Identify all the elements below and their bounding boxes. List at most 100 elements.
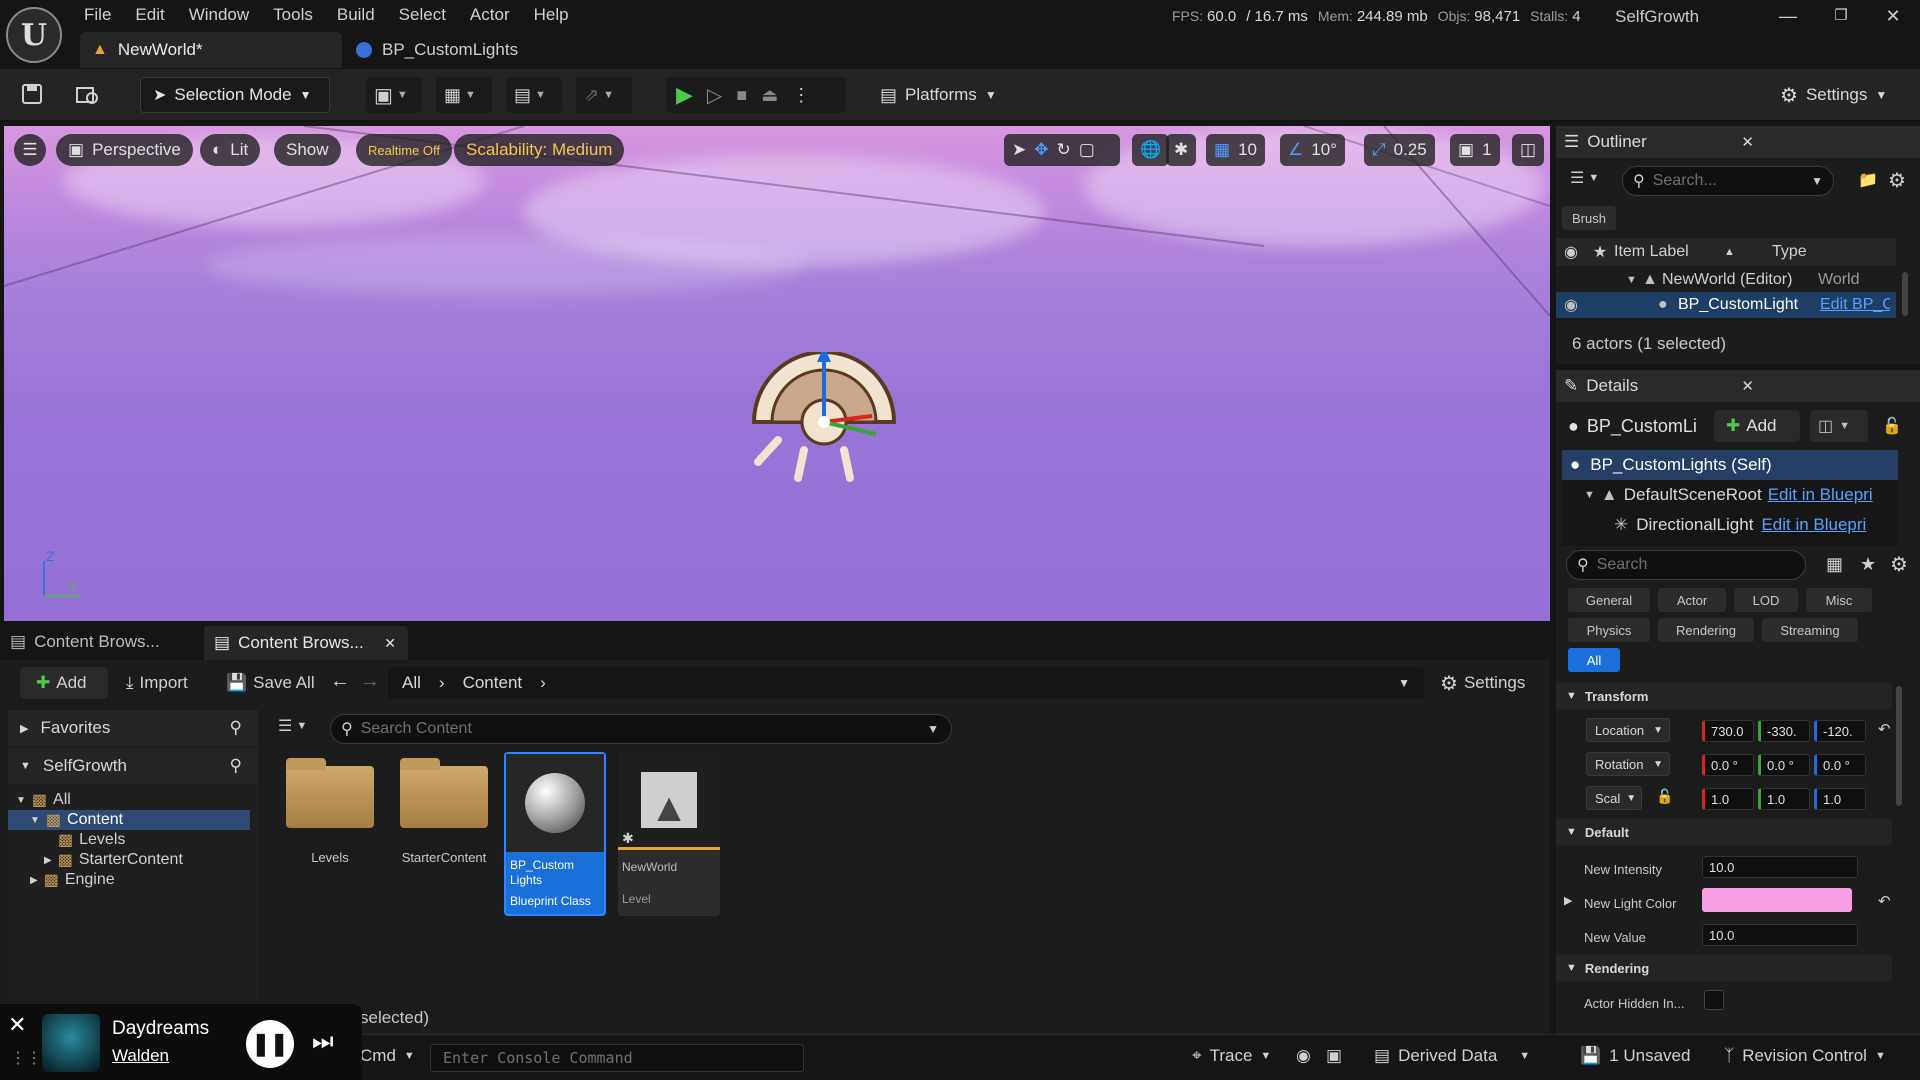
- outliner-search-input[interactable]: ⚲ Search... ▼: [1622, 166, 1834, 196]
- edit-in-blueprint-link[interactable]: Edit in Bluepri: [1761, 515, 1866, 535]
- project-header[interactable]: ▼ SelfGrowth ⚲: [8, 748, 258, 784]
- browse-icon[interactable]: [74, 82, 100, 106]
- play-icon[interactable]: ▶: [676, 82, 693, 108]
- chevron-right-icon[interactable]: ›: [540, 673, 546, 693]
- filter-rendering[interactable]: Rendering: [1658, 618, 1754, 642]
- gear-icon[interactable]: ⚙: [1888, 168, 1906, 193]
- outliner-row-selected[interactable]: ◉ ● BP_CustomLight Edit BP_C: [1556, 292, 1896, 318]
- item-label-column[interactable]: Item Label: [1614, 243, 1724, 261]
- show-button[interactable]: Show: [274, 134, 341, 166]
- tree-item[interactable]: ▩ Levels: [8, 830, 258, 850]
- menu-edit[interactable]: Edit: [123, 1, 176, 29]
- tab-blueprint[interactable]: BP_CustomLights: [352, 32, 518, 68]
- rotation-x-field[interactable]: 0.0 °: [1702, 754, 1754, 776]
- new-value-field[interactable]: 10.0: [1702, 924, 1858, 946]
- search-icon[interactable]: ⚲: [230, 718, 242, 738]
- more-options-icon[interactable]: ⋮: [792, 85, 810, 106]
- location-y-field[interactable]: -330.: [1758, 720, 1810, 742]
- import-button[interactable]: ⤓ Import: [126, 667, 188, 699]
- scale-lock-icon[interactable]: 🔓: [1656, 788, 1673, 805]
- star-icon[interactable]: ★: [1860, 554, 1876, 575]
- scale-x-field[interactable]: 1.0: [1702, 788, 1754, 810]
- grid-snap-control[interactable]: ▦ 10: [1206, 134, 1265, 166]
- filter-misc[interactable]: Misc: [1806, 588, 1872, 612]
- reset-icon[interactable]: ↶: [1878, 720, 1891, 738]
- perspective-button[interactable]: ▣ Perspective: [56, 134, 193, 166]
- filter-lod[interactable]: LOD: [1734, 588, 1798, 612]
- next-track-icon[interactable]: ⏭: [312, 1028, 334, 1056]
- tab-content-browser-1[interactable]: ▤ Content Brows...: [10, 632, 160, 652]
- expand-icon[interactable]: ▼: [1626, 274, 1642, 286]
- blueprint-menu-button[interactable]: ▦ ▼: [436, 77, 492, 113]
- content-settings-button[interactable]: ⚙ Settings: [1440, 667, 1525, 699]
- location-x-field[interactable]: 730.0: [1702, 720, 1754, 742]
- add-folder-icon[interactable]: 📁: [1858, 170, 1878, 190]
- filter-all[interactable]: All: [1568, 648, 1620, 672]
- menu-select[interactable]: Select: [387, 1, 458, 29]
- new-intensity-field[interactable]: 10.0: [1702, 856, 1858, 878]
- rotation-dropdown[interactable]: Rotation ▼: [1586, 752, 1670, 776]
- search-icon[interactable]: ⚲: [230, 756, 242, 776]
- save-all-button[interactable]: 💾 Save All: [226, 667, 315, 699]
- close-icon[interactable]: ✕: [1741, 133, 1754, 151]
- eye-icon[interactable]: ◉: [1556, 242, 1586, 262]
- new-light-color-swatch[interactable]: [1702, 888, 1852, 912]
- drag-handle-icon[interactable]: ⋮⋮: [10, 1048, 42, 1068]
- derived-data-dropdown[interactable]: ▤ Derived Data ▼: [1374, 1046, 1530, 1066]
- filter-physics[interactable]: Physics: [1568, 618, 1650, 642]
- track-artist[interactable]: Walden: [112, 1046, 169, 1066]
- menu-window[interactable]: Window: [177, 1, 261, 29]
- outliner-filter-button[interactable]: ☰ ▼: [1570, 168, 1599, 188]
- close-icon[interactable]: ✕: [8, 1012, 26, 1038]
- tree-item-selected[interactable]: ▼ ▩ Content: [8, 810, 250, 830]
- breadcrumb-content[interactable]: Content: [463, 673, 523, 693]
- edit-blueprint-link[interactable]: Edit BP_C: [1820, 296, 1890, 314]
- add-actor-button[interactable]: ▣ ▼: [366, 77, 422, 113]
- lock-icon[interactable]: 🔓: [1882, 416, 1902, 436]
- scale-tool-icon[interactable]: ▢: [1079, 140, 1095, 160]
- asset-tile-level[interactable]: ▲ ✱ NewWorld Level: [618, 752, 720, 916]
- menu-actor[interactable]: Actor: [458, 1, 522, 29]
- cinematics-button[interactable]: ▤ ▼: [506, 77, 562, 113]
- details-scrollbar[interactable]: [1896, 686, 1902, 806]
- details-search-input[interactable]: ⚲ Search: [1566, 550, 1806, 580]
- filter-streaming[interactable]: Streaming: [1762, 618, 1858, 642]
- restore-icon[interactable]: ❐: [1818, 2, 1864, 30]
- eject-icon[interactable]: ⏏: [761, 85, 778, 106]
- component-row-self[interactable]: ● BP_CustomLights (Self): [1562, 450, 1898, 480]
- asset-filter-button[interactable]: ☰ ▼: [278, 716, 307, 736]
- expand-icon[interactable]: ▶: [1564, 894, 1572, 907]
- layout-toggle[interactable]: ◫: [1512, 134, 1545, 166]
- filter-general[interactable]: General: [1568, 588, 1650, 612]
- modes-button[interactable]: ⇗ ▼: [576, 77, 632, 113]
- chevron-right-icon[interactable]: ›: [439, 673, 445, 693]
- scale-dropdown[interactable]: Scal ▼: [1586, 786, 1642, 810]
- pause-button[interactable]: ❚❚: [246, 1020, 294, 1068]
- unsaved-button[interactable]: 💾 1 Unsaved: [1580, 1046, 1690, 1066]
- menu-file[interactable]: File: [72, 1, 123, 29]
- viewport-menu-button[interactable]: ☰: [14, 134, 46, 166]
- back-icon[interactable]: ←: [330, 670, 350, 693]
- menu-tools[interactable]: Tools: [261, 1, 325, 29]
- trace-dropdown[interactable]: ⌖ Trace ▼: [1192, 1046, 1271, 1066]
- add-component-button[interactable]: ✚ Add: [1714, 410, 1800, 442]
- favorites-header[interactable]: ▶ Favorites ⚲: [8, 710, 258, 746]
- star-icon[interactable]: ★: [1586, 242, 1614, 262]
- level-viewport[interactable]: ☰ ▣ Perspective ◐ Lit Show Realtime Off …: [4, 126, 1550, 621]
- add-button[interactable]: ✚ Add: [20, 667, 108, 699]
- translate-tool-icon[interactable]: ✥: [1034, 140, 1048, 160]
- chevron-down-icon[interactable]: ▼: [1398, 676, 1410, 690]
- close-icon[interactable]: ✕: [384, 635, 396, 652]
- menu-build[interactable]: Build: [325, 1, 387, 29]
- location-z-field[interactable]: -120.: [1814, 720, 1866, 742]
- rotation-snap-control[interactable]: ∠ 10°: [1280, 134, 1345, 166]
- actor-hidden-checkbox[interactable]: [1704, 990, 1724, 1010]
- scale-y-field[interactable]: 1.0: [1758, 788, 1810, 810]
- scale-z-field[interactable]: 1.0: [1814, 788, 1866, 810]
- screenshot-icon[interactable]: ▣: [1326, 1046, 1342, 1066]
- step-icon[interactable]: ▷: [707, 83, 722, 108]
- tree-item[interactable]: ▼ ▩ All: [8, 790, 258, 810]
- console-input[interactable]: Enter Console Command: [430, 1044, 804, 1072]
- selection-mode-dropdown[interactable]: ➤ Selection Mode ▼: [140, 77, 330, 113]
- stop-icon[interactable]: ■: [736, 85, 747, 106]
